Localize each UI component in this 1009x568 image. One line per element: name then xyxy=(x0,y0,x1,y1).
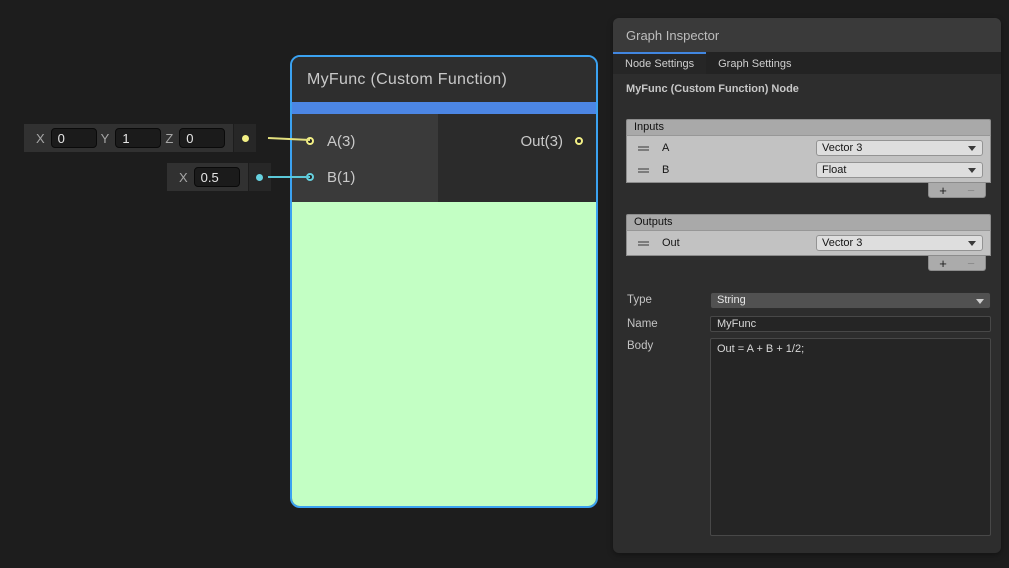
node-input-ports: A(3) B(1) xyxy=(292,114,438,202)
float-x-field[interactable] xyxy=(194,167,240,187)
outputs-list: Outputs Out Vector 3 + − xyxy=(626,214,991,271)
vector3-input-widget: X Y Z xyxy=(24,124,256,152)
vector3-output-port-icon[interactable] xyxy=(242,135,249,142)
axis-z-field[interactable] xyxy=(179,128,225,148)
output-port-out-icon[interactable] xyxy=(575,137,583,145)
axis-y-label: Y xyxy=(101,131,110,146)
input-a-name: A xyxy=(662,142,669,154)
port-row-b: B(1) xyxy=(292,159,438,195)
float-fields: X xyxy=(167,163,248,191)
axis-x-label: X xyxy=(179,170,188,185)
output-port-out-label: Out(3) xyxy=(520,133,563,150)
chevron-down-icon xyxy=(968,241,976,246)
tab-graph-settings[interactable]: Graph Settings xyxy=(706,52,803,74)
axis-y-field[interactable] xyxy=(115,128,161,148)
drag-handle-icon[interactable] xyxy=(638,168,649,173)
output-out-type-value: Vector 3 xyxy=(822,237,862,249)
node-preview xyxy=(292,202,596,506)
list-item[interactable]: Out Vector 3 xyxy=(627,232,990,254)
add-input-button[interactable]: + xyxy=(939,184,947,197)
name-field-row: Name xyxy=(627,316,991,332)
node-port-area: A(3) B(1) Out(3) xyxy=(292,114,596,202)
inspector-tabs: Node Settings Graph Settings xyxy=(613,52,1001,74)
body-label: Body xyxy=(627,338,710,352)
type-field-row: Type String xyxy=(627,292,991,309)
drag-handle-icon[interactable] xyxy=(638,241,649,246)
tab-node-settings-label: Node Settings xyxy=(625,58,694,70)
inputs-list: Inputs A Vector 3 B Float xyxy=(626,119,991,198)
list-item[interactable]: B Float xyxy=(627,159,990,181)
input-b-type-dropdown[interactable]: Float xyxy=(816,162,983,178)
chevron-down-icon xyxy=(968,168,976,173)
add-output-button[interactable]: + xyxy=(939,257,947,270)
list-item[interactable]: A Vector 3 xyxy=(627,137,990,159)
vector3-output-port-chip[interactable] xyxy=(234,124,256,152)
input-b-type-value: Float xyxy=(822,164,846,176)
selected-node-heading: MyFunc (Custom Function) Node xyxy=(626,83,799,95)
function-body-field[interactable]: Out = A + B + 1/2; xyxy=(710,338,991,536)
inspector-header[interactable]: Graph Inspector xyxy=(613,18,1001,52)
port-row-out: Out(3) xyxy=(438,123,596,159)
outputs-list-footer: + − xyxy=(928,256,986,271)
tab-graph-settings-label: Graph Settings xyxy=(718,58,791,70)
chevron-down-icon xyxy=(968,146,976,151)
type-dropdown[interactable]: String xyxy=(710,292,991,309)
remove-output-button[interactable]: − xyxy=(967,257,975,270)
input-port-b-icon[interactable] xyxy=(306,173,314,181)
axis-z-label: Z xyxy=(165,131,173,146)
output-out-name: Out xyxy=(662,237,680,249)
drag-handle-icon[interactable] xyxy=(638,146,649,151)
vector3-fields: X Y Z xyxy=(24,124,233,152)
inputs-list-footer: + − xyxy=(928,183,986,198)
axis-x-field[interactable] xyxy=(51,128,97,148)
output-out-type-dropdown[interactable]: Vector 3 xyxy=(816,235,983,251)
outputs-list-header: Outputs xyxy=(626,214,991,230)
float-output-port-icon[interactable] xyxy=(256,174,263,181)
axis-x-label: X xyxy=(36,131,45,146)
inputs-list-header: Inputs xyxy=(626,119,991,135)
node-output-ports: Out(3) xyxy=(438,114,596,202)
name-label: Name xyxy=(627,316,710,330)
input-port-a-icon[interactable] xyxy=(306,137,314,145)
float-input-widget: X xyxy=(167,163,271,191)
input-port-a-label: A(3) xyxy=(327,133,355,150)
input-port-b-label: B(1) xyxy=(327,169,355,186)
type-label: Type xyxy=(627,292,710,306)
type-dropdown-value: String xyxy=(717,294,746,306)
inputs-list-rows: A Vector 3 B Float xyxy=(626,135,991,183)
input-a-type-dropdown[interactable]: Vector 3 xyxy=(816,140,983,156)
inspector-body: MyFunc (Custom Function) Node Inputs A V… xyxy=(613,74,1001,553)
tab-node-settings[interactable]: Node Settings xyxy=(613,52,706,74)
body-field-row: Body Out = A + B + 1/2; xyxy=(627,338,991,536)
input-a-type-value: Vector 3 xyxy=(822,142,862,154)
input-b-name: B xyxy=(662,164,669,176)
node-title[interactable]: MyFunc (Custom Function) xyxy=(292,57,596,102)
chevron-down-icon xyxy=(976,299,984,304)
graph-inspector-panel: Graph Inspector Node Settings Graph Sett… xyxy=(613,18,1001,553)
remove-input-button[interactable]: − xyxy=(967,184,975,197)
custom-function-node[interactable]: MyFunc (Custom Function) A(3) B(1) Out(3… xyxy=(290,55,598,508)
outputs-list-rows: Out Vector 3 xyxy=(626,230,991,256)
inspector-title: Graph Inspector xyxy=(626,28,719,43)
function-name-field[interactable] xyxy=(710,316,991,332)
float-output-port-chip[interactable] xyxy=(249,163,271,191)
node-selection-bar xyxy=(292,102,596,114)
port-row-a: A(3) xyxy=(292,123,438,159)
